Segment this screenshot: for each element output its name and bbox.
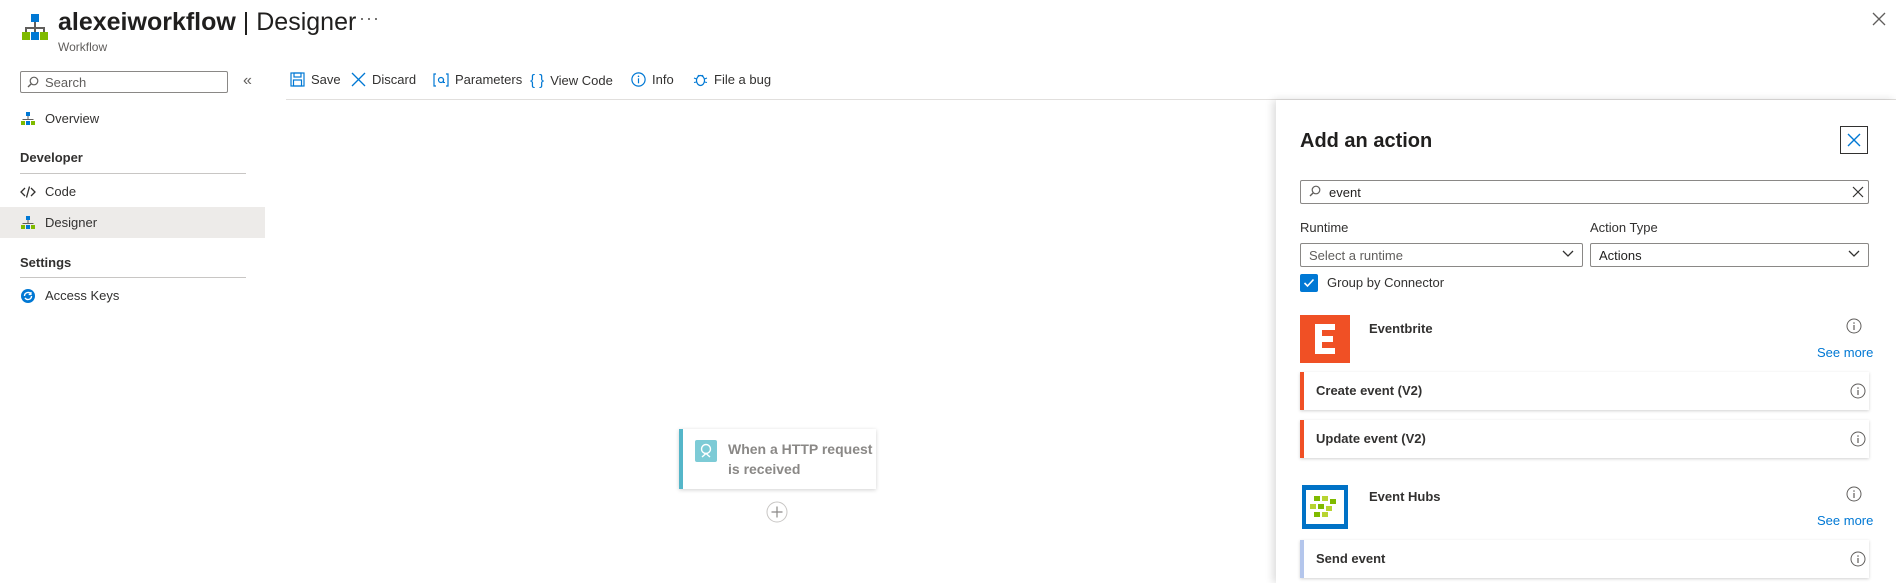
sidebar-item-designer[interactable]: Designer [0,207,265,238]
event-hubs-logo [1300,483,1350,531]
search-value: event [1329,185,1361,200]
file-a-bug-button[interactable]: File a bug [693,72,771,87]
discard-icon [351,72,366,87]
clear-search-icon[interactable] [1852,186,1864,198]
braces-icon: { } [530,72,545,89]
parameters-icon [433,73,449,87]
search-icon [27,76,39,88]
search-icon [1309,185,1321,197]
close-icon [1872,12,1886,26]
action-card-send-event[interactable]: Send event [1300,540,1869,578]
add-action-panel: Add an action event Runtime Select a run… [1276,100,1896,583]
sidebar-item-label: Access Keys [45,288,120,303]
sidebar-item-label: Overview [45,111,100,126]
parameters-button[interactable]: Parameters [433,72,522,87]
group-by-connector-checkbox[interactable] [1300,274,1318,292]
sidebar-item-access-keys[interactable]: Access Keys [0,280,265,311]
action-card-create-event[interactable]: Create event (V2) [1300,372,1869,410]
action-card-update-event[interactable]: Update event (V2) [1300,420,1869,458]
connector-name-event-hubs[interactable]: Event Hubs [1369,489,1441,504]
chevron-down-icon [1562,250,1574,257]
save-label: Save [311,72,341,87]
workflow-icon [21,112,35,125]
view-code-button[interactable]: { } View Code [530,72,613,89]
collapse-sidebar-button[interactable]: « [243,72,252,90]
close-icon [1847,133,1861,147]
runtime-dropdown[interactable]: Select a runtime [1300,243,1583,267]
code-icon [20,186,36,198]
info-icon [631,72,646,87]
group-by-connector-label: Group by Connector [1327,275,1445,290]
connector-name-eventbrite[interactable]: Eventbrite [1369,321,1433,336]
runtime-value: Select a runtime [1309,248,1403,263]
save-icon [290,72,305,87]
more-options-button[interactable]: ··· [359,8,380,29]
sidebar-item-label: Designer [45,215,98,230]
http-request-icon [695,440,717,462]
http-trigger-card[interactable]: When a HTTP request is received [679,429,876,489]
sidebar-item-code[interactable]: Code [0,176,265,207]
info-icon[interactable] [1850,551,1866,567]
close-panel-button[interactable] [1840,126,1868,154]
workflow-icon [21,216,35,229]
file-a-bug-label: File a bug [714,72,772,87]
action-label: Update event (V2) [1316,431,1426,446]
plus-icon [766,501,788,523]
save-button[interactable]: Save [290,72,341,87]
app-name: alexeiworkflow [58,8,236,36]
add-step-button[interactable] [766,501,788,523]
runtime-label: Runtime [1300,220,1349,235]
trigger-label: When a HTTP request is received [728,441,873,477]
action-type-value: Actions [1599,248,1642,263]
section-heading-settings: Settings [20,255,72,270]
section-heading-developer: Developer [20,150,83,165]
sidebar-item-label: Code [45,184,77,199]
see-more-link-eventbrite[interactable]: See more [1817,345,1873,360]
workflow-icon [20,12,50,42]
panel-title: Add an action [1300,130,1433,152]
checkmark-icon [1303,278,1315,288]
access-keys-icon [21,289,35,303]
chevron-down-icon [1848,250,1860,257]
bug-icon [693,74,708,87]
sidebar-item-overview[interactable]: Overview [0,103,265,134]
info-icon[interactable] [1846,486,1862,502]
close-page-button[interactable] [1872,12,1892,32]
divider [20,277,246,278]
sidebar-search-input[interactable]: Search [20,71,228,93]
page-title: alexeiworkflow | Designer [58,8,356,37]
divider [20,173,246,174]
title-separator: | [235,8,257,36]
view-code-label: View Code [550,73,613,88]
action-type-dropdown[interactable]: Actions [1590,243,1869,267]
discard-button[interactable]: Discard [351,72,416,87]
info-button[interactable]: Info [631,72,674,87]
search-placeholder: Search [45,75,87,90]
action-label: Send event [1316,551,1386,566]
action-type-label: Action Type [1590,220,1658,235]
info-icon[interactable] [1850,431,1866,447]
action-label: Create event (V2) [1316,383,1423,398]
page-name: Designer [256,8,357,36]
action-search-input[interactable]: event [1300,180,1869,204]
eventbrite-logo [1300,315,1350,363]
discard-label: Discard [372,72,417,87]
info-label: Info [652,72,674,87]
info-icon[interactable] [1846,318,1862,334]
page-subtitle: Workflow [58,40,108,54]
see-more-link-event-hubs[interactable]: See more [1817,513,1873,528]
parameters-label: Parameters [455,72,523,87]
info-icon[interactable] [1850,383,1866,399]
